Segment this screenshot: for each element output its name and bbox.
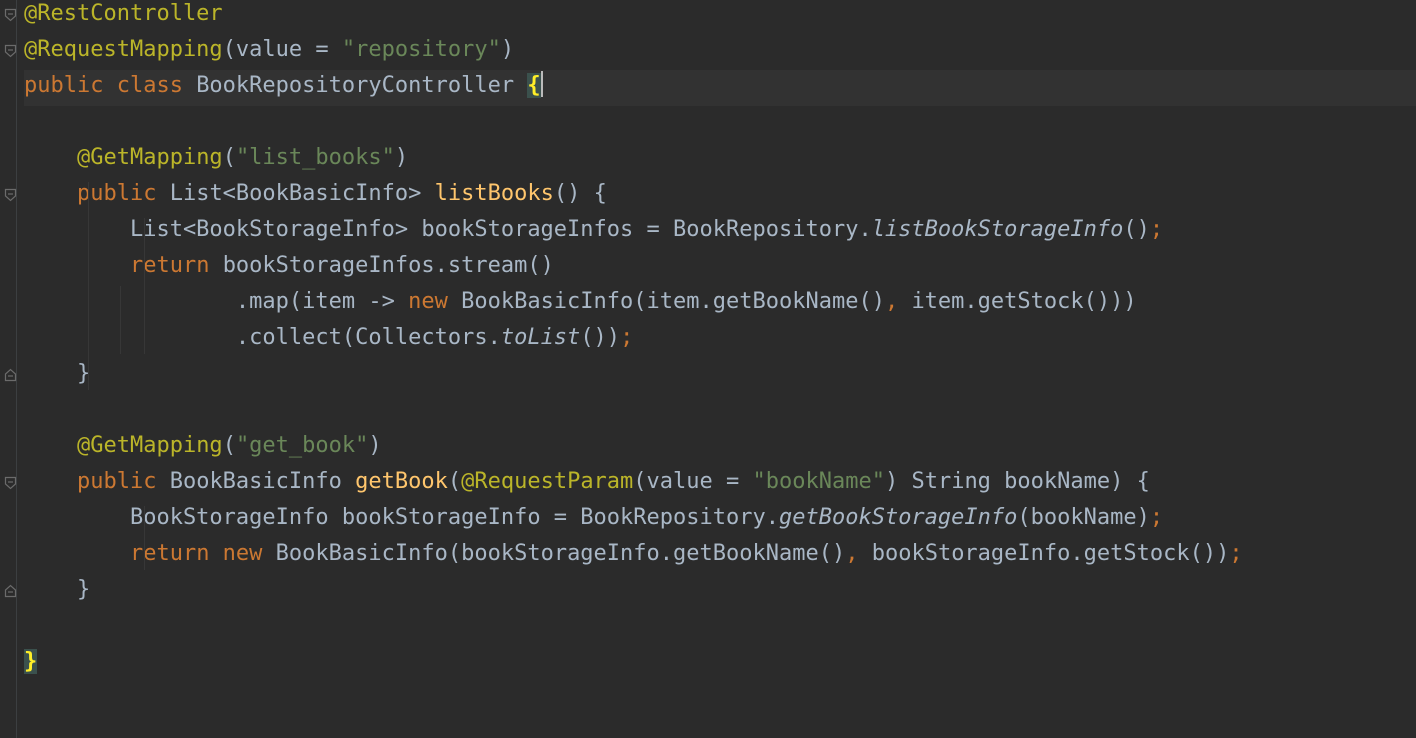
- code-token: BookRepositoryController: [196, 73, 528, 98]
- fold-open-icon[interactable]: [4, 188, 18, 202]
- code-token: }: [24, 649, 38, 674]
- code-token: }: [24, 577, 91, 602]
- code-token: listBookStorageInfo: [871, 217, 1124, 242]
- code-line[interactable]: }: [24, 574, 1416, 610]
- code-token: @GetMapping: [76, 433, 223, 458]
- fold-open-icon[interactable]: [4, 8, 18, 22]
- code-line[interactable]: @GetMapping("list_books"): [24, 142, 1416, 178]
- code-token: (value =: [222, 37, 342, 62]
- code-token: return new: [129, 541, 276, 566]
- code-line[interactable]: @RequestMapping(value = "repository"): [24, 34, 1416, 70]
- fold-close-icon[interactable]: [4, 368, 18, 382]
- fold-open-icon[interactable]: [4, 44, 18, 58]
- code-token: ,: [884, 289, 912, 314]
- fold-open-icon[interactable]: [4, 476, 18, 490]
- code-token: List<BookStorageInfo> bookStorageInfos =…: [24, 217, 872, 242]
- code-token: BookBasicInfo(item.getBookName(): [461, 289, 885, 314]
- code-line[interactable]: }: [24, 646, 1416, 682]
- code-token: (: [447, 469, 462, 494]
- code-token: @RestController: [24, 1, 223, 26]
- code-token: @RequestMapping: [24, 37, 223, 62]
- code-token: ): [394, 145, 409, 170]
- code-line[interactable]: .map(item -> new BookBasicInfo(item.getB…: [24, 286, 1416, 322]
- code-line[interactable]: [24, 394, 1416, 430]
- code-line[interactable]: [24, 106, 1416, 142]
- code-token: @GetMapping: [76, 145, 223, 170]
- code-token: ;: [620, 325, 634, 350]
- code-token: (value =: [633, 469, 753, 494]
- code-token: ()): [580, 325, 621, 350]
- code-token: (: [222, 145, 236, 170]
- indent-guide: [120, 286, 121, 355]
- code-line[interactable]: @RestController: [24, 0, 1416, 34]
- code-token: ): [500, 37, 515, 62]
- code-token: (bookName): [1017, 505, 1150, 530]
- code-token: () {: [553, 181, 607, 206]
- text-caret: [540, 71, 543, 97]
- code-token: ;: [1149, 505, 1164, 530]
- code-token: ) String bookName) {: [884, 469, 1150, 494]
- code-token: .map(item ->: [24, 289, 409, 314]
- code-line[interactable]: [24, 610, 1416, 646]
- code-token: (: [222, 433, 236, 458]
- code-token: listBooks: [434, 181, 554, 206]
- code-token: toList: [500, 325, 581, 350]
- code-token: @RequestParam: [461, 469, 634, 494]
- code-token: getBookStorageInfo: [778, 505, 1018, 530]
- code-token: "get_book": [235, 433, 369, 458]
- code-token: ;: [1229, 541, 1243, 566]
- code-token: ): [368, 433, 382, 458]
- code-line[interactable]: List<BookStorageInfo> bookStorageInfos =…: [24, 214, 1416, 250]
- code-token: bookStorageInfo.getStock()): [871, 541, 1230, 566]
- editor-gutter: [0, 0, 17, 738]
- code-line[interactable]: @GetMapping("get_book"): [24, 430, 1416, 466]
- code-token: ,: [845, 541, 872, 566]
- indent-guide: [88, 181, 89, 391]
- code-token: getBook: [355, 469, 448, 494]
- code-token: List<BookBasicInfo>: [169, 181, 435, 206]
- code-line[interactable]: return bookStorageInfos.stream(): [24, 250, 1416, 286]
- code-line[interactable]: public BookBasicInfo getBook(@RequestPar…: [24, 466, 1416, 502]
- code-line[interactable]: .collect(Collectors.toList());: [24, 322, 1416, 358]
- code-line[interactable]: public class BookRepositoryController {: [24, 70, 1416, 106]
- code-token: "repository": [341, 37, 501, 62]
- code-line[interactable]: return new BookBasicInfo(bookStorageInfo…: [24, 538, 1416, 574]
- code-line[interactable]: public List<BookBasicInfo> listBooks() {: [24, 178, 1416, 214]
- code-token: bookStorageInfos.stream(): [222, 253, 554, 278]
- code-line[interactable]: }: [24, 358, 1416, 394]
- code-area[interactable]: @RestController @RequestMapping(value = "…: [24, 0, 1416, 738]
- code-token: BookBasicInfo(bookStorageInfo.getBookNam…: [275, 541, 846, 566]
- code-token: (): [1123, 217, 1150, 242]
- fold-close-icon[interactable]: [4, 584, 18, 598]
- code-token: item.getStock())): [911, 289, 1137, 314]
- code-token: .collect(Collectors.: [24, 325, 501, 350]
- indent-guide: [144, 505, 145, 571]
- code-token: public class: [24, 73, 197, 98]
- indent-guide: [144, 217, 145, 355]
- code-token: "bookName": [752, 469, 885, 494]
- code-token: BookBasicInfo: [169, 469, 356, 494]
- code-token: "list_books": [235, 145, 395, 170]
- code-token: public: [76, 469, 170, 494]
- code-token: BookStorageInfo bookStorageInfo = BookRe…: [24, 505, 779, 530]
- code-editor[interactable]: @RestController @RequestMapping(value = "…: [0, 0, 1416, 738]
- code-token: }: [24, 361, 91, 386]
- code-line[interactable]: BookStorageInfo bookStorageInfo = BookRe…: [24, 502, 1416, 538]
- code-token: {: [527, 73, 541, 98]
- code-token: ;: [1149, 217, 1164, 242]
- code-token: public: [76, 181, 170, 206]
- code-token: new: [408, 289, 462, 314]
